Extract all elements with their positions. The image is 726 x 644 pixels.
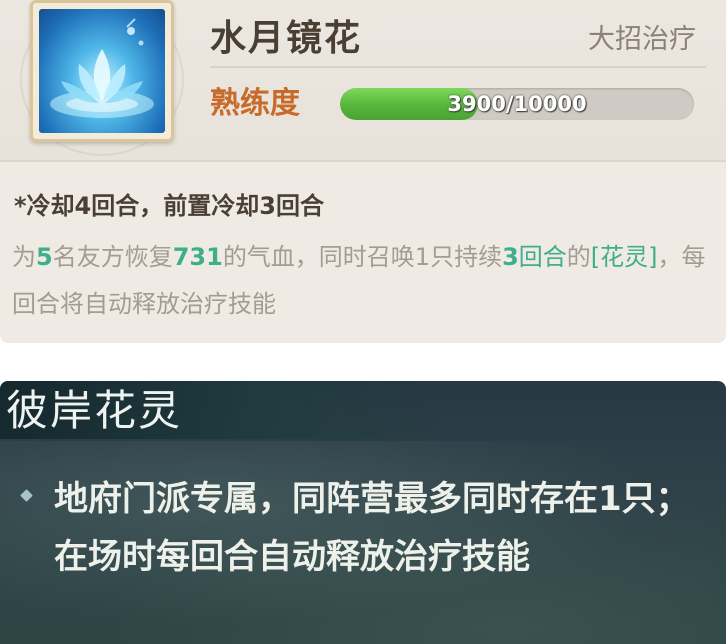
spirit-title: 彼岸花灵 xyxy=(6,386,183,435)
desc-text: 为 xyxy=(12,243,36,271)
proficiency-label: 熟练度 xyxy=(210,86,300,121)
lotus-water-icon xyxy=(39,9,165,133)
desc-highlight: 回合 xyxy=(518,243,567,271)
proficiency-bar: 3900/10000 xyxy=(340,88,694,120)
cooldown-text: *冷却4回合，前置冷却3回合 xyxy=(14,192,324,220)
proficiency-value: 3900/10000 xyxy=(447,92,587,116)
skill-card: 水月镜花 大招治疗 熟练度 3900/10000 *冷却4回合，前置冷却3回合 … xyxy=(0,0,726,343)
desc-text: 名友方恢复 xyxy=(52,243,173,271)
desc-number: 731 xyxy=(172,243,223,271)
desc-number: 5 xyxy=(36,243,53,271)
skill-name: 水月镜花 xyxy=(210,18,363,59)
desc-number: 3 xyxy=(502,243,519,271)
skill-icon-frame[interactable] xyxy=(30,0,174,142)
spirit-description: 地府门派专属，同阵营最多同时存在1只；在场时每回合自动释放治疗技能 xyxy=(54,479,690,577)
skill-description: 为5名友方恢复731的气血，同时召唤1只持续3回合的[花灵]，每回合将自动释放治… xyxy=(12,234,718,328)
desc-text: 的 xyxy=(566,243,591,271)
flower-spirit-link[interactable]: [花灵] xyxy=(591,243,658,271)
desc-text: 的气血，同时召唤1只持续 xyxy=(222,243,503,271)
skill-card-header: 水月镜花 大招治疗 熟练度 3900/10000 xyxy=(0,0,726,162)
divider xyxy=(210,66,706,68)
skill-type-label: 大招治疗 xyxy=(588,24,696,55)
